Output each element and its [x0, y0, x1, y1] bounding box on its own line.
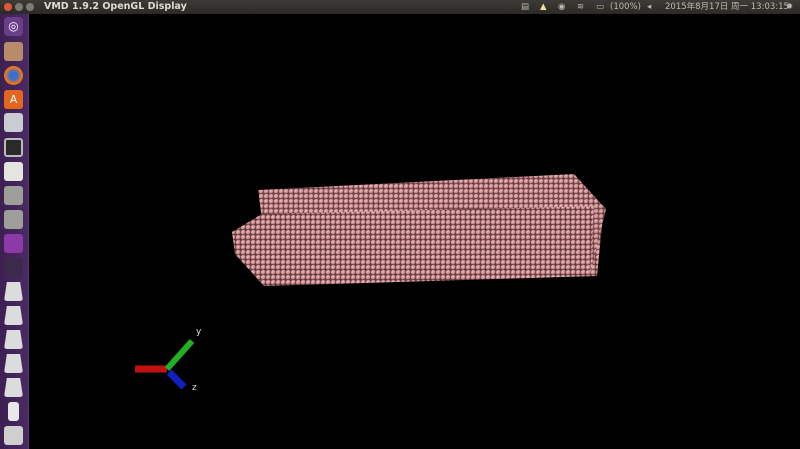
- window-title: VMD 1.9.2 OpenGL Display: [44, 1, 187, 12]
- software-center-icon[interactable]: A: [4, 90, 23, 109]
- volume-icon[interactable]: ◂: [647, 0, 651, 14]
- app-icon[interactable]: [4, 210, 23, 229]
- launcher: ◎ A: [0, 14, 29, 449]
- firefox-icon[interactable]: [4, 66, 23, 85]
- keyboard-icon[interactable]: ▤: [521, 0, 529, 14]
- z-axis-arrow: [166, 369, 187, 390]
- settings-indicator-icon[interactable]: ◉: [558, 0, 565, 14]
- trash-icon[interactable]: [4, 426, 23, 445]
- close-button[interactable]: [4, 3, 12, 11]
- workspace-icon[interactable]: [4, 330, 23, 349]
- wifi-icon[interactable]: ≋: [577, 0, 584, 14]
- dash-icon[interactable]: ◎: [4, 17, 23, 36]
- gear-icon[interactable]: ✹: [786, 0, 793, 14]
- clock[interactable]: 2015年8月17日 周一 13:03:15: [665, 0, 789, 14]
- molecule-render: [135, 174, 606, 390]
- system-monitor-icon[interactable]: [4, 113, 23, 132]
- opengl-display[interactable]: y z: [29, 14, 800, 449]
- text-editor-icon[interactable]: [4, 162, 23, 181]
- z-axis-label: z: [192, 383, 197, 393]
- maximize-button[interactable]: [26, 3, 34, 11]
- workspace-icon[interactable]: [4, 378, 23, 397]
- usb-drive-icon[interactable]: [8, 402, 19, 421]
- workspace-icon[interactable]: [4, 306, 23, 325]
- workspace-icon[interactable]: [4, 282, 23, 301]
- battery-percent[interactable]: (100%): [610, 0, 641, 14]
- minimize-button[interactable]: [15, 3, 23, 11]
- app-icon[interactable]: [4, 258, 23, 277]
- update-icon[interactable]: ▲: [540, 0, 547, 14]
- battery-icon[interactable]: ▭: [596, 0, 604, 14]
- y-axis-label: y: [196, 327, 202, 337]
- files-icon[interactable]: [4, 42, 23, 61]
- y-axis-arrow: [164, 339, 195, 371]
- axes-indicator: [135, 339, 195, 390]
- workspace-icon[interactable]: [4, 354, 23, 373]
- app-icon[interactable]: [4, 186, 23, 205]
- top-panel: VMD 1.9.2 OpenGL Display ▤ ▲ ◉ ≋ ▭ (100%…: [0, 0, 800, 14]
- image-viewer-icon[interactable]: [4, 234, 23, 253]
- terminal-icon[interactable]: [4, 138, 23, 157]
- atom-block-front: [232, 206, 604, 286]
